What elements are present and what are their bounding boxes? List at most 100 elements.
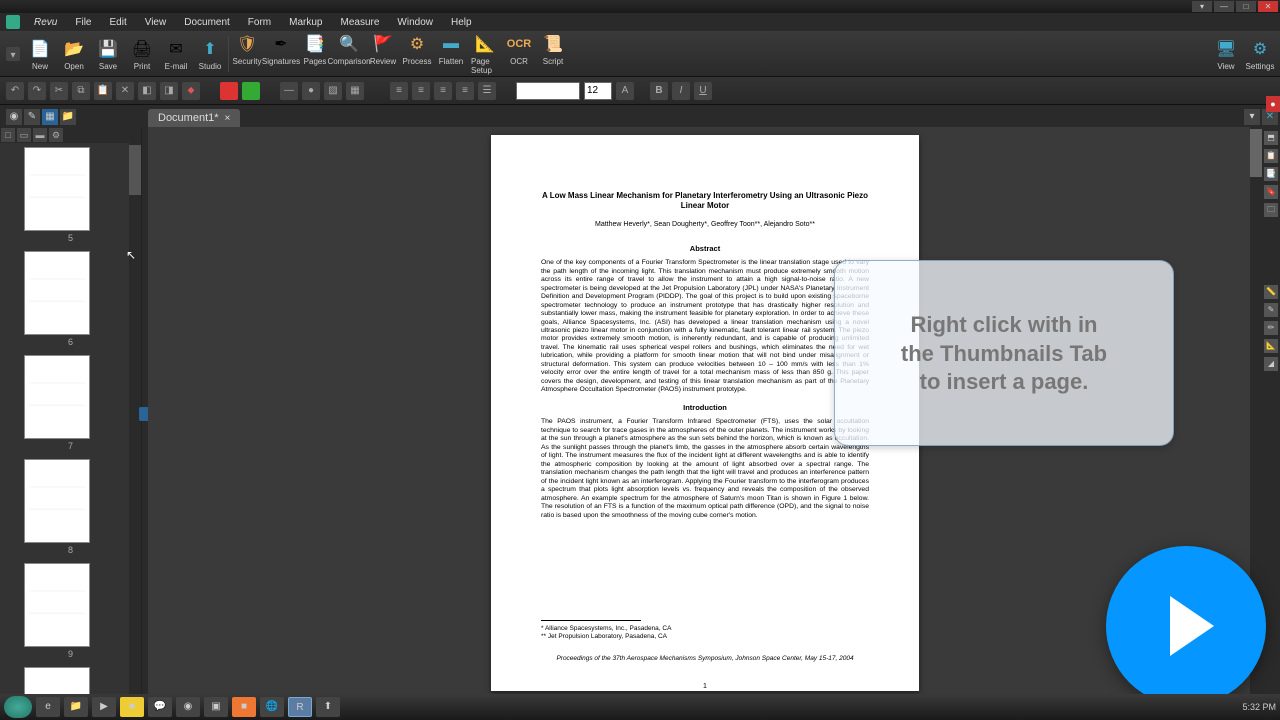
review-button[interactable]: 🚩Review (369, 32, 397, 75)
rtool-9[interactable]: 📐 (1264, 339, 1278, 353)
taskbar-revu[interactable]: R (288, 697, 312, 717)
tool-b-button[interactable]: ◨ (160, 82, 178, 100)
rtool-4[interactable]: 🔖 (1264, 185, 1278, 199)
thumbnail-page-5[interactable] (24, 147, 90, 231)
underline-button[interactable]: U (694, 82, 712, 100)
rtool-6[interactable]: 📏 (1264, 285, 1278, 299)
grid-button[interactable]: ▦ (346, 82, 364, 100)
menu-help[interactable]: Help (443, 15, 480, 30)
document-tab[interactable]: Document1* × (148, 109, 240, 127)
taskbar-app-2[interactable]: ■ (120, 697, 144, 717)
menu-document[interactable]: Document (176, 15, 238, 30)
help-dropdown[interactable]: ▾ (1192, 1, 1212, 12)
thumb-view-2[interactable]: ▭ (17, 128, 31, 142)
thumb-view-3[interactable]: ▬ (33, 128, 47, 142)
rtool-5[interactable]: 🗀 (1264, 203, 1278, 217)
menu-form[interactable]: Form (240, 15, 279, 30)
rtool-2[interactable]: 📋 (1264, 149, 1278, 163)
close-tab-icon[interactable]: × (225, 113, 231, 124)
panel-btn-2[interactable]: ✎ (24, 109, 40, 125)
taskbar-app-5[interactable]: ▣ (204, 697, 228, 717)
settings-button[interactable]: ⚙Settings (1246, 37, 1274, 71)
profile-dropdown[interactable]: ▾ (6, 47, 20, 61)
line-button[interactable]: — (280, 82, 298, 100)
tool-a-button[interactable]: ◧ (138, 82, 156, 100)
flag-green-button[interactable] (242, 82, 260, 100)
thumbnail-page-7[interactable] (24, 355, 90, 439)
align-justify-button[interactable]: ≡ (456, 82, 474, 100)
print-button[interactable]: 🖨Print (128, 37, 156, 71)
hatch-button[interactable]: ▨ (324, 82, 342, 100)
menu-edit[interactable]: Edit (101, 15, 134, 30)
save-button[interactable]: 💾Save (94, 37, 122, 71)
taskbar-app-3[interactable]: 💬 (148, 697, 172, 717)
ocr-button[interactable]: OCROCR (505, 32, 533, 75)
rtool-3[interactable]: 📑 (1264, 167, 1278, 181)
taskbar-app-1[interactable]: ▶ (92, 697, 116, 717)
pages-button[interactable]: 📑Pages (301, 32, 329, 75)
open-button[interactable]: 📂Open (60, 37, 88, 71)
redo-button[interactable]: ↷ (28, 82, 46, 100)
signatures-button[interactable]: ✒Signatures (267, 32, 295, 75)
menu-file[interactable]: File (67, 15, 99, 30)
list-button[interactable]: ☰ (478, 82, 496, 100)
paste-button[interactable]: 📋 (94, 82, 112, 100)
delete-button[interactable]: ✕ (116, 82, 134, 100)
right-record-tab[interactable]: ● (1266, 96, 1280, 112)
new-button[interactable]: 📄New (26, 37, 54, 71)
thumb-settings[interactable]: ⚙ (49, 128, 63, 142)
italic-button[interactable]: I (672, 82, 690, 100)
align-center-button[interactable]: ≡ (412, 82, 430, 100)
comparison-button[interactable]: 🔍Comparison (335, 32, 363, 75)
panel-btn-1[interactable]: ◉ (6, 109, 22, 125)
view-button[interactable]: 🖥View (1212, 37, 1240, 71)
thumbnail-page-8[interactable] (24, 459, 90, 543)
menu-view[interactable]: View (137, 15, 175, 30)
taskbar-app-4[interactable]: ◉ (176, 697, 200, 717)
thumbnails-panel-button[interactable]: ▦ (42, 109, 58, 125)
font-size-input[interactable] (584, 82, 612, 100)
rtool-8[interactable]: ✏ (1264, 321, 1278, 335)
thumbnails-list[interactable]: 5 6 7 8 9 10 (0, 143, 141, 698)
menu-markup[interactable]: Markup (281, 15, 330, 30)
rtool-7[interactable]: ✎ (1264, 303, 1278, 317)
tool-c-button[interactable]: ⬥ (182, 82, 200, 100)
cut-button[interactable]: ✂ (50, 82, 68, 100)
taskbar-explorer[interactable]: 📁 (64, 697, 88, 717)
minimize-button[interactable]: — (1214, 1, 1234, 12)
taskbar-app-6[interactable]: ■ (232, 697, 256, 717)
security-button[interactable]: 🛡Security (233, 32, 261, 75)
right-panel-dropdown[interactable]: ▾ (1244, 109, 1260, 125)
panel-btn-4[interactable]: 📁 (60, 109, 76, 125)
thumbnail-page-9[interactable] (24, 563, 90, 647)
taskbar-app-7[interactable]: 🌐 (260, 697, 284, 717)
taskbar-app-8[interactable]: ⬆ (316, 697, 340, 717)
thumbnail-page-6[interactable] (24, 251, 90, 335)
script-button[interactable]: 📜Script (539, 32, 567, 75)
pagesetup-button[interactable]: 📐Page Setup (471, 32, 499, 75)
bold-button[interactable]: B (650, 82, 668, 100)
align-right-button[interactable]: ≡ (434, 82, 452, 100)
email-button[interactable]: ✉E-mail (162, 37, 190, 71)
menu-window[interactable]: Window (389, 15, 441, 30)
undo-button[interactable]: ↶ (6, 82, 24, 100)
start-button[interactable] (4, 696, 32, 718)
fill-button[interactable]: ● (302, 82, 320, 100)
close-button[interactable]: ✕ (1258, 1, 1278, 12)
play-button[interactable] (1106, 546, 1266, 706)
font-color-button[interactable]: A (616, 82, 634, 100)
menu-measure[interactable]: Measure (333, 15, 388, 30)
font-input[interactable] (516, 82, 580, 100)
rtool-10[interactable]: ◢ (1264, 357, 1278, 371)
rtool-1[interactable]: ⬒ (1264, 131, 1278, 145)
process-button[interactable]: ⚙Process (403, 32, 431, 75)
taskbar-ie[interactable]: e (36, 697, 60, 717)
studio-button[interactable]: ⬆Studio (196, 37, 224, 71)
maximize-button[interactable]: □ (1236, 1, 1256, 12)
new-icon: 📄 (28, 37, 52, 61)
flatten-button[interactable]: ▬Flatten (437, 32, 465, 75)
flag-red-button[interactable] (220, 82, 238, 100)
align-left-button[interactable]: ≡ (390, 82, 408, 100)
thumb-view-1[interactable]: □ (1, 128, 15, 142)
copy-button[interactable]: ⧉ (72, 82, 90, 100)
